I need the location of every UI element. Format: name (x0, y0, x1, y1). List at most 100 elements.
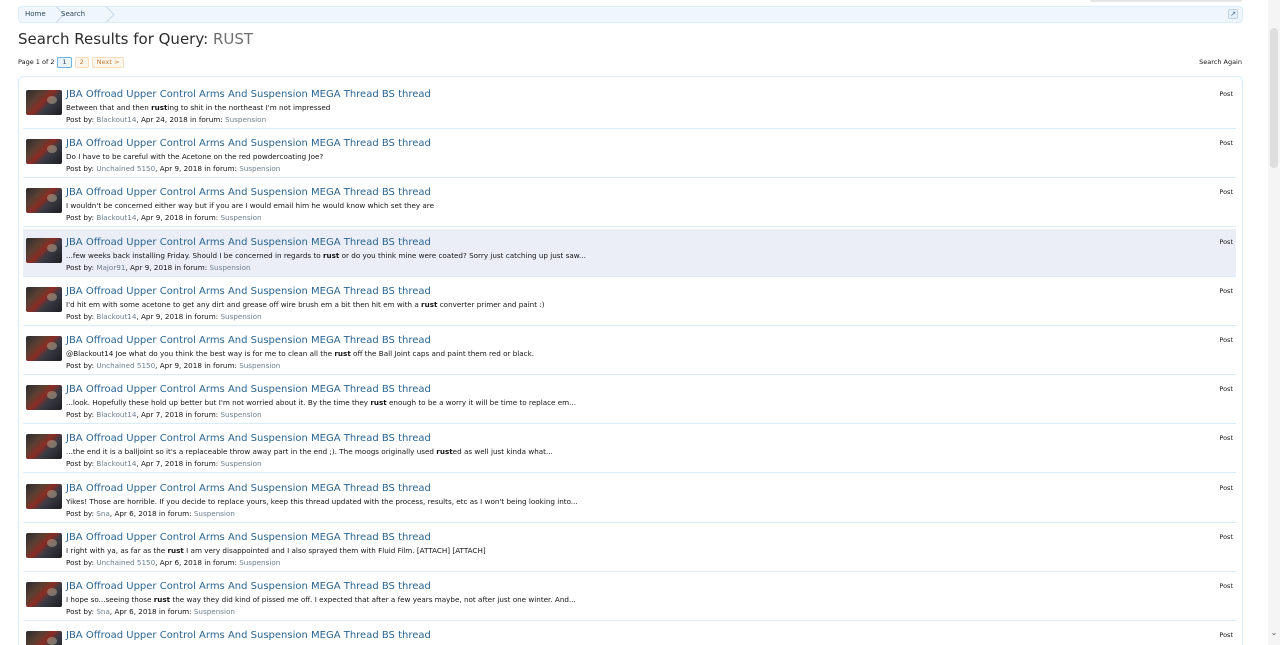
search-query: RUST (212, 30, 254, 48)
result-title-link[interactable]: JBA Offroad Upper Control Arms And Suspe… (66, 581, 431, 592)
result-title-link[interactable]: JBA Offroad Upper Control Arms And Suspe… (66, 384, 431, 395)
next-page-button[interactable]: Next > (91, 56, 125, 68)
snippet-text: ...few weeks back installing Friday. Sho… (66, 250, 323, 260)
avatar[interactable] (26, 631, 62, 645)
result-snippet: ...few weeks back installing Friday. Sho… (66, 251, 586, 260)
result-snippet: ...the end it is a balljoint so it's a r… (66, 447, 553, 456)
result-forum-link[interactable]: Suspension (220, 410, 261, 419)
result-title-link[interactable]: JBA Offroad Upper Control Arms And Suspe… (66, 237, 431, 248)
search-again-link[interactable]: Search Again (1199, 58, 1242, 66)
result-title-link[interactable]: JBA Offroad Upper Control Arms And Suspe… (66, 483, 431, 494)
result-date: Apr 6, 2018 (114, 607, 157, 616)
avatar[interactable] (26, 237, 62, 263)
post-by-label: Post by: (66, 115, 97, 124)
result-row: JBA Offroad Upper Control Arms And Suspe… (23, 475, 1236, 523)
result-forum-link[interactable]: Suspension (220, 312, 261, 321)
avatar[interactable] (26, 582, 62, 607)
result-user-link[interactable]: Sna (96, 607, 110, 616)
breadcrumb-home[interactable]: Home (25, 7, 46, 22)
snippet-text: Yikes! Those are horrible. If you decide… (66, 496, 578, 506)
result-user-link[interactable]: Sna (96, 509, 110, 518)
result-date: Apr 9, 2018 (159, 361, 202, 370)
breadcrumb-separator-icon (105, 7, 115, 22)
in-forum-label: in forum: (201, 361, 240, 370)
result-forum-link[interactable]: Suspension (239, 164, 280, 173)
result-user-link[interactable]: Unchained 5150 (96, 164, 155, 173)
snippet-text: or do you think mine were coated? Sorry … (339, 250, 586, 260)
chevron-down-icon[interactable]: ⌄ (1270, 629, 1278, 637)
result-user-link[interactable]: Blackout14 (96, 410, 136, 419)
result-title-link[interactable]: JBA Offroad Upper Control Arms And Suspe… (66, 286, 431, 297)
result-forum-link[interactable]: Suspension (239, 558, 280, 567)
result-row: JBA Offroad Upper Control Arms And Suspe… (23, 278, 1236, 326)
result-row: JBA Offroad Upper Control Arms And Suspe… (23, 228, 1236, 277)
pagination: Page 1 of 2 1 2 Next > (18, 56, 127, 68)
result-title-link[interactable]: JBA Offroad Upper Control Arms And Suspe… (66, 335, 431, 346)
avatar[interactable] (26, 434, 62, 460)
result-user-link[interactable]: Blackout14 (96, 115, 136, 124)
snippet-text: enough to be a worry it will be time to … (386, 398, 577, 408)
content-type-label: Post (1219, 532, 1233, 541)
result-title-link[interactable]: JBA Offroad Upper Control Arms And Suspe… (66, 187, 431, 198)
scrollbar-thumb[interactable] (1270, 28, 1278, 168)
avatar[interactable] (26, 188, 62, 214)
result-user-link[interactable]: Blackout14 (96, 213, 136, 222)
result-row: JBA Offroad Upper Control Arms And Suspe… (23, 376, 1236, 425)
result-snippet: I hope so...seeing those rust the way th… (66, 595, 576, 604)
snippet-text: ing to shit in the northeast I'm not imp… (167, 103, 331, 112)
search-results-list: JBA Offroad Upper Control Arms And Suspe… (18, 76, 1243, 645)
result-row: JBA Offroad Upper Control Arms And Suspe… (23, 179, 1236, 228)
result-date: Apr 9, 2018 (159, 164, 202, 174)
avatar[interactable] (26, 90, 62, 115)
scrollbar[interactable]: ⌄ (1268, 0, 1280, 645)
result-title-link[interactable]: JBA Offroad Upper Control Arms And Suspe… (66, 532, 431, 543)
result-forum-link[interactable]: Suspension (220, 459, 261, 468)
post-by-label: Post by: (66, 410, 97, 420)
result-user-link[interactable]: Blackout14 (96, 459, 136, 468)
result-title-link[interactable]: JBA Offroad Upper Control Arms And Suspe… (66, 433, 431, 444)
result-date: Apr 9, 2018 (141, 311, 184, 321)
result-meta: Post by: Unchained 5150, Apr 6, 2018 in … (66, 558, 280, 567)
result-forum-link[interactable]: Suspension (209, 263, 250, 272)
result-forum-link[interactable]: Suspension (194, 509, 235, 518)
result-title-link[interactable]: JBA Offroad Upper Control Arms And Suspe… (66, 630, 431, 641)
result-forum-link[interactable]: Suspension (220, 213, 261, 222)
result-forum-link[interactable]: Suspension (194, 607, 235, 616)
page-1-button[interactable]: 1 (57, 56, 72, 68)
breadcrumb-search[interactable]: Search (61, 7, 85, 22)
result-row: JBA Offroad Upper Control Arms And Suspe… (23, 425, 1236, 474)
content-type-label: Post (1219, 434, 1233, 443)
breadcrumb: Home Search ↗ (18, 6, 1243, 23)
content-type-label: Post (1219, 483, 1233, 492)
page-2-button[interactable]: 2 (74, 56, 89, 68)
avatar[interactable] (26, 286, 62, 312)
result-user-link[interactable]: Blackout14 (96, 312, 136, 321)
snippet-text: I hope so...seeing those (66, 595, 154, 604)
result-user-link[interactable]: Unchained 5150 (96, 361, 155, 370)
result-forum-link[interactable]: Suspension (239, 361, 280, 370)
avatar[interactable] (26, 385, 62, 411)
in-forum-label: in forum: (183, 459, 221, 469)
result-row: JBA Offroad Upper Control Arms And Suspe… (23, 573, 1236, 621)
snippet-text: I am very disappointed and I also spraye… (183, 545, 486, 555)
avatar[interactable] (26, 139, 62, 165)
result-title-link[interactable]: JBA Offroad Upper Control Arms And Suspe… (66, 89, 431, 100)
snippet-text: Do I have to be careful with the Acetone… (66, 152, 324, 162)
avatar[interactable] (26, 483, 62, 509)
jump-to-icon[interactable]: ↗ (1228, 9, 1238, 19)
avatar[interactable] (26, 532, 62, 558)
avatar[interactable] (26, 336, 62, 361)
result-date: Apr 9, 2018 (141, 213, 184, 223)
snippet-text: I wouldn't be concerned either way but i… (66, 201, 435, 211)
result-title-link[interactable]: JBA Offroad Upper Control Arms And Suspe… (66, 138, 431, 149)
snippet-match: rust (421, 299, 438, 309)
content-type-label: Post (1219, 90, 1233, 98)
post-by-label: Post by: (66, 557, 97, 567)
in-forum-label: in forum: (183, 410, 221, 420)
result-date: Apr 6, 2018 (159, 557, 202, 567)
result-meta: Post by: Sna, Apr 6, 2018 in forum: Susp… (66, 607, 235, 616)
result-user-link[interactable]: Unchained 5150 (96, 558, 155, 567)
result-forum-link[interactable]: Suspension (225, 115, 266, 124)
result-snippet: Do I have to be careful with the Acetone… (66, 152, 323, 161)
result-user-link[interactable]: Major91 (96, 263, 125, 272)
